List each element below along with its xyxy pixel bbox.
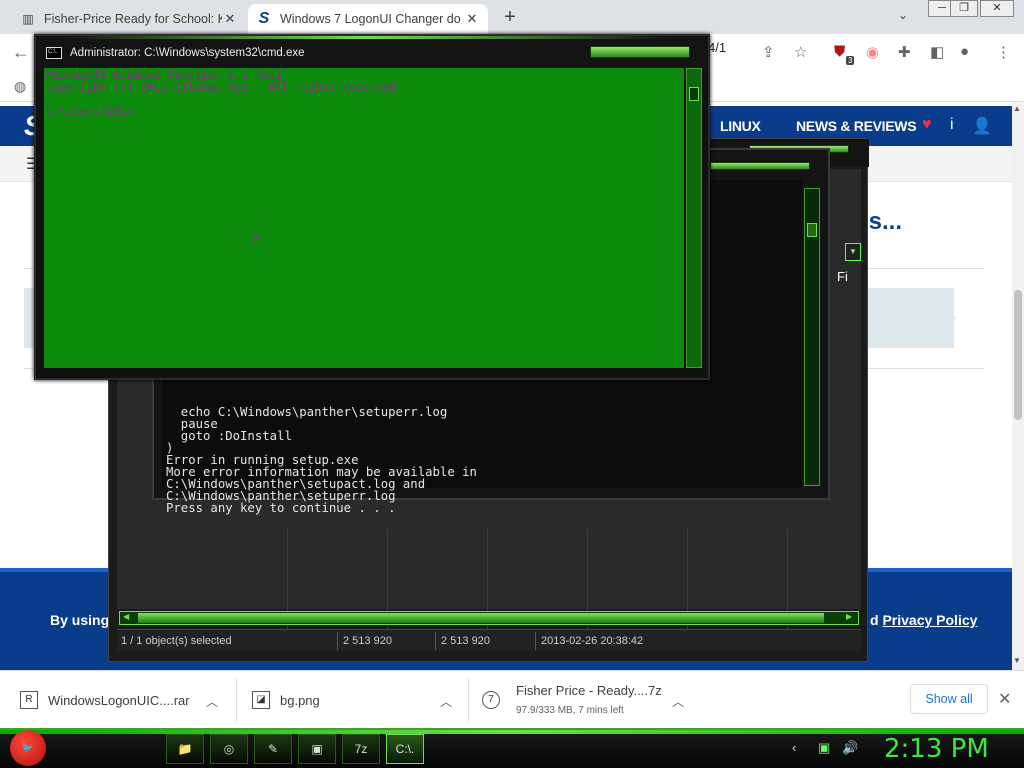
footer-prefix: d: [870, 612, 883, 628]
mouse-cursor-icon: ➤: [250, 230, 264, 247]
titlebar-glow: [66, 36, 666, 39]
cmd-titlebar[interactable]: C:\. Administrator: C:\Windows\system32\…: [36, 36, 708, 68]
download-item[interactable]: R WindowsLogonUIC....rar ︿: [20, 671, 230, 729]
restore-button[interactable]: ❐: [950, 0, 978, 17]
status-separator: [535, 632, 536, 650]
desktop-root: ▥ Fisher-Price Ready for School: Kit ✕ S…: [0, 0, 1024, 768]
download-separator: [468, 679, 469, 721]
privacy-policy-link[interactable]: Privacy Policy: [882, 612, 977, 628]
scrollbar-thumb[interactable]: [1014, 290, 1022, 420]
chrome-icon[interactable]: ◎: [210, 734, 248, 764]
status-bar: 1 / 1 object(s) selected 2 513 920 2 513…: [117, 629, 861, 651]
status-selected: 1 / 1 object(s) selected: [121, 635, 232, 647]
downloads-bar: R WindowsLogonUIC....rar ︿ ◪ bg.png ︿ 7 …: [0, 670, 1024, 728]
document-icon: ▥: [22, 12, 34, 26]
download-name: Fisher Price - Ready....7z: [516, 683, 662, 698]
window-controls[interactable]: [590, 46, 690, 58]
volume-icon[interactable]: 🔊: [842, 740, 858, 756]
clock[interactable]: 2:13 PM: [884, 734, 989, 764]
tab-title: Fisher-Price Ready for School: Kit: [44, 12, 222, 26]
tab-logonui-changer[interactable]: S Windows 7 LogonUI Changer do ✕: [248, 4, 488, 34]
download-separator: [236, 679, 237, 721]
paint-icon[interactable]: ✎: [254, 734, 292, 764]
status-separator: [435, 632, 436, 650]
close-tab-icon[interactable]: ✕: [222, 11, 238, 27]
taskbar-glow: [0, 730, 1024, 734]
chevron-up-icon[interactable]: ︿: [672, 693, 684, 710]
scroll-down-arrow[interactable]: ▼: [1013, 656, 1021, 665]
extension-color-icon[interactable]: ◉: [866, 43, 879, 61]
scrollbar-thumb[interactable]: [807, 223, 817, 237]
start-button[interactable]: 🐦: [10, 730, 46, 766]
new-tab-button[interactable]: +: [498, 6, 522, 29]
nav-link-linux[interactable]: LINUX: [720, 118, 761, 134]
chevron-up-icon[interactable]: ︿: [206, 693, 218, 710]
back-arrow-icon[interactable]: ←: [12, 42, 30, 63]
cmd-screen[interactable]: Microsoft Windows [Version 6.1.7601] Cop…: [44, 68, 684, 368]
info-icon[interactable]: i: [950, 116, 954, 134]
window-icon[interactable]: ▣: [298, 734, 336, 764]
puzzle-icon[interactable]: ✚: [898, 43, 911, 61]
horizontal-scrollbar[interactable]: ◀ ▶: [119, 611, 859, 625]
extension-badge: 3: [846, 56, 855, 65]
browser-tab-strip: ▥ Fisher-Price Ready for School: Kit ✕ S…: [0, 0, 1024, 34]
console-icon: C:\.: [46, 47, 62, 59]
banner-arrow-shape: [920, 288, 956, 348]
article-headline[interactable]: ls...: [862, 208, 902, 236]
tab-title: Windows 7 LogonUI Changer do: [280, 12, 461, 26]
console-scrollbar[interactable]: [804, 188, 820, 486]
network-icon[interactable]: ▣: [818, 740, 830, 756]
download-item[interactable]: ◪ bg.png ︿: [252, 671, 462, 729]
status-packed-size: 2 513 920: [441, 635, 490, 647]
7zip-button[interactable]: 7z: [342, 734, 380, 764]
scroll-right-arrow[interactable]: ▶: [846, 612, 852, 621]
cmd-output: Microsoft Windows [Version 6.1.7601] Cop…: [46, 69, 403, 118]
close-window-button[interactable]: ✕: [980, 0, 1014, 17]
close-icon[interactable]: ✕: [998, 689, 1011, 709]
bookmark-star-icon[interactable]: ☆: [794, 43, 807, 61]
status-size: 2 513 920: [343, 635, 392, 647]
site-favicon: S: [258, 10, 270, 27]
sidepanel-icon[interactable]: ◧: [930, 43, 944, 61]
download-name: bg.png: [280, 692, 320, 708]
taskbar: [0, 728, 1024, 768]
scrollbar-thumb[interactable]: [689, 87, 699, 101]
footer-text-right: d Privacy Policy: [870, 612, 977, 628]
show-all-button[interactable]: Show all: [910, 684, 988, 714]
globe-icon[interactable]: ◍: [14, 78, 26, 95]
scroll-left-arrow[interactable]: ◀: [123, 612, 129, 621]
download-progress: 97.9/333 MB, 7 mins left: [516, 705, 624, 716]
cmd-scrollbar[interactable]: [686, 68, 702, 368]
chevron-down-icon[interactable]: ⌄: [898, 8, 908, 22]
nav-link-news-reviews[interactable]: NEWS & REVIEWS: [796, 118, 917, 134]
window-controls[interactable]: [710, 162, 810, 170]
chevron-up-icon[interactable]: ︿: [440, 693, 452, 710]
scroll-up-arrow[interactable]: ▲: [1013, 104, 1021, 113]
heart-icon[interactable]: ♥: [922, 116, 932, 134]
chevron-down-icon[interactable]: ▼: [845, 243, 861, 261]
user-icon[interactable]: 👤: [972, 116, 992, 136]
folder-icon[interactable]: 📁: [166, 734, 204, 764]
cmd-window: C:\. Administrator: C:\Windows\system32\…: [34, 34, 710, 380]
tab-fisher-price[interactable]: ▥ Fisher-Price Ready for School: Kit ✕: [12, 4, 246, 34]
status-separator: [337, 632, 338, 650]
share-icon[interactable]: ⇪: [762, 43, 775, 61]
status-date: 2013-02-26 20:38:42: [541, 635, 644, 647]
profile-icon[interactable]: ●: [960, 43, 969, 60]
scrollbar-thumb[interactable]: [138, 613, 824, 623]
download-name: WindowsLogonUIC....rar: [48, 692, 190, 708]
tray-arrow-icon[interactable]: ‹: [792, 740, 796, 755]
setup-console-output: echo C:\Windows\panther\setuperr.log pau…: [166, 405, 477, 515]
shield-extension-icon[interactable]: ⛊: [834, 43, 845, 60]
column-header-partial[interactable]: Fi: [837, 269, 848, 284]
image-file-icon: ◪: [252, 691, 270, 709]
rar-file-icon: R: [20, 691, 38, 709]
7z-file-icon: 7: [482, 691, 500, 709]
page-scrollbar[interactable]: ▲ ▼: [1012, 102, 1024, 670]
close-tab-icon[interactable]: ✕: [464, 11, 480, 27]
cmd-taskbar-button[interactable]: C:\.: [386, 734, 424, 764]
download-item[interactable]: 7 Fisher Price - Ready....7z 97.9/333 MB…: [482, 671, 702, 729]
window-title: Administrator: C:\Windows\system32\cmd.e…: [70, 47, 305, 59]
menu-dots-icon[interactable]: ⋮: [996, 43, 1011, 61]
